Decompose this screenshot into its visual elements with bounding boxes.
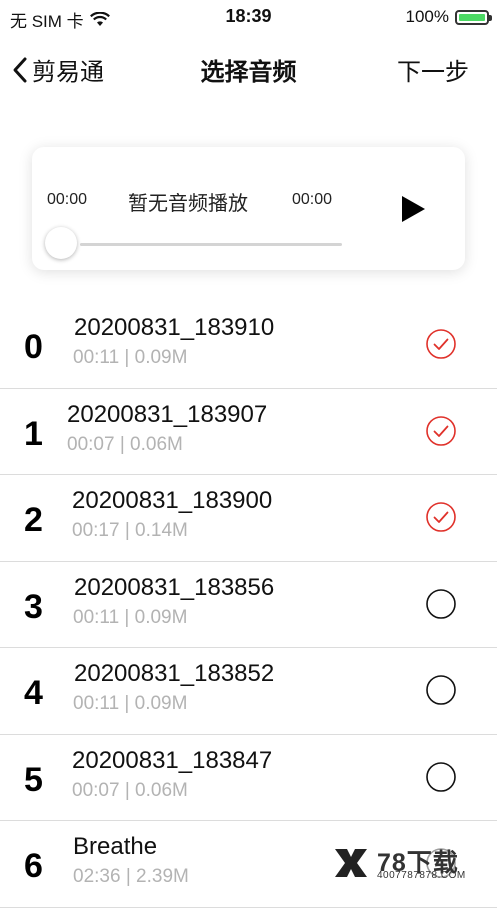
item-index: 5 xyxy=(24,760,43,799)
item-duration-size: 00:07 | 0.06M xyxy=(72,779,188,801)
unchecked-circle-icon[interactable] xyxy=(426,588,456,619)
item-duration-size: 00:11 | 0.09M xyxy=(73,347,188,368)
player-status: 暂无音频播放 xyxy=(128,193,248,215)
next-step-button[interactable]: 下一步 xyxy=(397,52,469,87)
progress-slider-thumb[interactable] xyxy=(45,227,77,259)
item-name: 20200831_183910 xyxy=(74,314,275,341)
status-bar: 无 SIM 卡 18:39 100% xyxy=(0,0,497,34)
item-duration-size: 00:11 | 0.09M xyxy=(73,693,188,714)
progress-track[interactable] xyxy=(80,243,342,246)
total-time: 00:00 xyxy=(292,191,333,208)
battery-status: 100% xyxy=(405,7,492,27)
checked-circle-icon[interactable] xyxy=(426,415,456,446)
item-name: 20200831_183856 xyxy=(74,573,275,601)
audio-list-item[interactable]: 3 20200831_183856 00:11 | 0.09M xyxy=(0,562,497,648)
item-duration-size: 00:17 | 0.14M xyxy=(72,520,188,541)
audio-list-item[interactable]: 5 20200831_183847 00:07 | 0.06M xyxy=(0,735,497,821)
watermark-logo-icon xyxy=(335,849,367,877)
checked-circle-icon[interactable] xyxy=(426,329,456,359)
item-index: 2 xyxy=(24,501,43,539)
back-label: 剪易通 xyxy=(32,59,104,86)
audio-list: 0 20200831_183910 00:11 | 0.09M 1 20200831_1… xyxy=(0,302,497,908)
battery-icon xyxy=(455,9,492,25)
item-name: 20200831_183847 xyxy=(72,746,273,774)
chevron-left-icon xyxy=(13,57,27,82)
watermark: 78下载 4007787878.COM xyxy=(333,842,493,882)
audio-list-item[interactable]: 1 20200831_183907 00:07 | 0.06M xyxy=(0,389,497,475)
item-index: 0 xyxy=(24,328,43,366)
item-name: Breathe xyxy=(73,833,158,860)
item-duration-size: 00:11 | 0.09M xyxy=(73,606,188,628)
item-duration-size: 00:07 | 0.06M xyxy=(67,433,183,455)
current-time: 00:00 xyxy=(47,191,88,208)
item-index: 3 xyxy=(24,587,43,626)
unchecked-circle-icon[interactable] xyxy=(426,761,456,792)
back-button[interactable]: 剪易通 xyxy=(12,52,104,87)
play-button[interactable] xyxy=(398,194,428,224)
item-index: 4 xyxy=(24,674,43,712)
audio-list-item[interactable]: 0 20200831_183910 00:11 | 0.09M xyxy=(0,302,497,389)
item-index: 6 xyxy=(24,847,43,885)
audio-list-item[interactable]: 2 20200831_183900 00:17 | 0.14M xyxy=(0,475,497,562)
item-duration-size: 02:36 | 2.39M xyxy=(73,866,189,887)
unchecked-circle-icon[interactable] xyxy=(426,675,456,705)
audio-player-card: 00:00 暂无音频播放 00:00 xyxy=(32,147,465,270)
watermark-url: 4007787878.COM xyxy=(377,870,466,881)
audio-list-item[interactable]: 4 20200831_183852 00:11 | 0.09M xyxy=(0,648,497,735)
item-name: 20200831_183852 xyxy=(74,660,275,687)
checked-circle-icon[interactable] xyxy=(426,502,456,532)
item-name: 20200831_183900 xyxy=(72,487,273,514)
item-name: 20200831_183907 xyxy=(67,400,268,428)
item-index: 1 xyxy=(24,414,43,453)
battery-percent: 100% xyxy=(405,7,449,26)
nav-bar: 剪易通 选择音频 下一步 xyxy=(0,34,497,98)
